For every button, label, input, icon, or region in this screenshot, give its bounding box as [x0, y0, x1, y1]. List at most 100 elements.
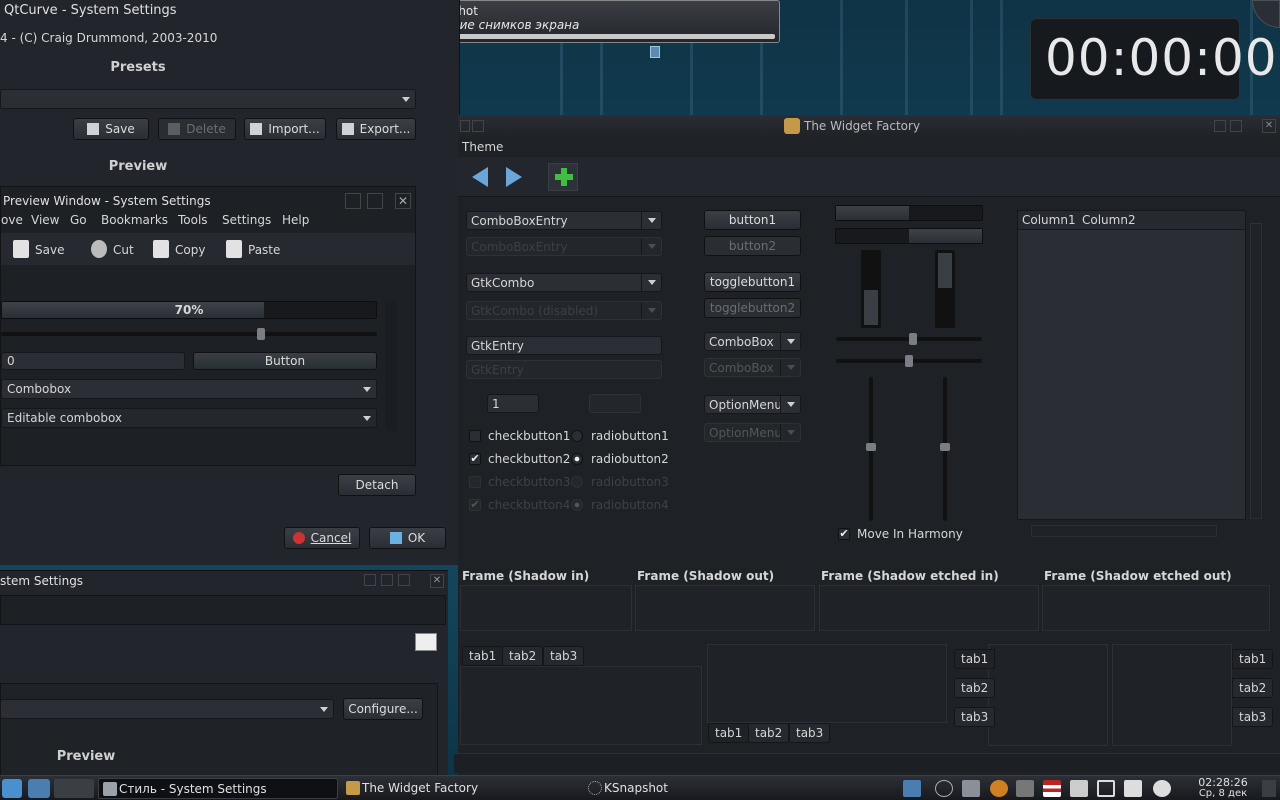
presets-combo[interactable]: [0, 89, 416, 109]
toolbar-cut[interactable]: Cut: [91, 240, 134, 258]
back-icon[interactable]: [472, 167, 488, 187]
tray-flag-icon[interactable]: [1043, 780, 1061, 797]
menu-bookmarks[interactable]: Bookmarks: [101, 213, 168, 227]
tray-bulb-icon[interactable]: [990, 780, 1008, 797]
notebook-bottom-tab2[interactable]: tab2: [748, 723, 790, 743]
task-ksnapshot[interactable]: KSnapshot: [584, 778, 824, 799]
tray-display-icon[interactable]: [903, 780, 921, 797]
toolbar-copy[interactable]: Copy: [153, 240, 205, 258]
paste-icon: [226, 240, 242, 258]
vscale2-handle[interactable]: [940, 443, 950, 451]
toolbar-save[interactable]: Save: [13, 240, 64, 258]
taskbar-date[interactable]: Ср, 8 дек: [1190, 788, 1256, 799]
notebook-right-tab3[interactable]: tab3: [1232, 707, 1274, 727]
notebook-left-tab3[interactable]: tab3: [954, 707, 996, 727]
tray-scissors-icon[interactable]: [1016, 780, 1034, 797]
menu-move[interactable]: ove: [1, 213, 23, 227]
preview-combobox[interactable]: Combobox: [1, 379, 377, 399]
tray-network-icon[interactable]: [1097, 780, 1115, 797]
preview-slider[interactable]: [1, 332, 377, 336]
notebook-left-tab1[interactable]: tab1: [954, 649, 996, 669]
treeview-hscrollbar[interactable]: [1031, 525, 1217, 537]
style-combo[interactable]: [0, 699, 334, 719]
radiobutton2[interactable]: [571, 453, 583, 465]
preview-spinbox[interactable]: 0: [1, 352, 185, 370]
checkbutton1[interactable]: [469, 430, 481, 442]
cancel-button[interactable]: Cancel: [284, 527, 360, 549]
treeview[interactable]: Column1 Column2: [1017, 210, 1246, 520]
maximize-icon[interactable]: [367, 193, 383, 209]
toolbar-paste[interactable]: Paste: [226, 240, 280, 258]
spinbutton[interactable]: 1: [487, 394, 539, 413]
frame-etched-out-label: Frame (Shadow etched out): [1044, 569, 1232, 583]
delete-button[interactable]: Delete: [158, 118, 236, 140]
folder-icon[interactable]: [28, 779, 50, 798]
notebook-top-tab2[interactable]: tab2: [502, 646, 544, 666]
wf-title: The Widget Factory: [804, 119, 921, 133]
treeview-vscrollbar[interactable]: [1250, 223, 1262, 519]
minimize-icon[interactable]: [381, 574, 393, 586]
preview-editable-combobox[interactable]: Editable combobox: [1, 408, 377, 428]
pin-icon[interactable]: [472, 120, 484, 132]
tray-pen-icon[interactable]: [962, 780, 980, 797]
menu-tools[interactable]: Tools: [178, 213, 208, 227]
preview-scrollbar[interactable]: [385, 301, 397, 431]
preview-button[interactable]: Button: [193, 352, 377, 370]
menu-go[interactable]: Go: [70, 213, 87, 227]
task-system-settings[interactable]: Стиль - System Settings: [98, 778, 338, 799]
task-widget-factory[interactable]: The Widget Factory: [342, 778, 582, 799]
detach-button[interactable]: Detach: [338, 474, 416, 496]
menu-theme[interactable]: Theme: [462, 140, 503, 154]
notebook-top-tab1[interactable]: tab1: [462, 646, 504, 666]
window2-title: stem Settings: [0, 574, 84, 588]
column2-header[interactable]: Column2: [1082, 213, 1136, 227]
shade-icon[interactable]: [364, 574, 376, 586]
notebook-bottom-tab1[interactable]: tab1: [708, 723, 750, 743]
menu-view[interactable]: View: [31, 213, 59, 227]
notebook-top-tab3[interactable]: tab3: [543, 646, 585, 666]
hscale1-handle[interactable]: [909, 333, 917, 345]
notebook-right-tab1[interactable]: tab1: [1232, 649, 1274, 669]
close-icon[interactable]: ✕: [430, 574, 444, 588]
close-icon[interactable]: ✕: [395, 193, 411, 209]
kde-menu-icon[interactable]: [2, 779, 22, 798]
gtkcombo[interactable]: GtkCombo: [466, 273, 662, 292]
optionmenu[interactable]: OptionMenu: [704, 395, 801, 414]
vscale1-handle[interactable]: [866, 443, 876, 451]
menu-icon[interactable]: [460, 120, 470, 132]
maximize-icon[interactable]: [1230, 120, 1242, 132]
minimize-icon[interactable]: [345, 193, 361, 209]
ok-button[interactable]: OK: [369, 527, 446, 549]
pager-icon[interactable]: [54, 779, 94, 798]
combobox[interactable]: ComboBox: [704, 332, 801, 351]
tray-clipboard-icon[interactable]: [1124, 780, 1142, 797]
save-button[interactable]: Save: [73, 118, 149, 140]
configure-button[interactable]: Configure...: [343, 698, 423, 720]
add-button[interactable]: [548, 163, 578, 191]
button1[interactable]: button1: [704, 210, 801, 230]
cashew-icon[interactable]: [1262, 780, 1276, 797]
minimize-icon[interactable]: [1214, 120, 1226, 132]
notebook-bottom-tab3[interactable]: tab3: [789, 723, 831, 743]
menu-settings[interactable]: Settings: [222, 213, 271, 227]
comboboxentry[interactable]: ComboBoxEntry: [466, 211, 662, 230]
tray-volume-icon[interactable]: [1070, 780, 1088, 797]
togglebutton1[interactable]: togglebutton1: [704, 272, 801, 292]
notebook-right-tab2[interactable]: tab2: [1232, 678, 1274, 698]
menu-help[interactable]: Help: [282, 213, 309, 227]
hscale2-handle[interactable]: [905, 355, 913, 367]
column1-header[interactable]: Column1: [1022, 213, 1076, 227]
gtkentry[interactable]: GtkEntry: [466, 336, 662, 355]
slider-handle[interactable]: [257, 328, 265, 340]
move-in-harmony-check[interactable]: ✔: [838, 528, 850, 540]
tray-expand-icon[interactable]: [1153, 780, 1171, 797]
notebook-left-tab2[interactable]: tab2: [954, 678, 996, 698]
import-button[interactable]: Import...: [244, 118, 326, 140]
close-icon[interactable]: ✕: [1262, 119, 1276, 133]
maximize-icon[interactable]: [398, 574, 410, 586]
radiobutton1[interactable]: [571, 430, 583, 442]
tray-info-icon[interactable]: [935, 780, 953, 797]
export-button[interactable]: Export...: [336, 118, 416, 140]
checkbutton2[interactable]: ✔: [469, 453, 481, 465]
forward-icon[interactable]: [506, 167, 522, 187]
